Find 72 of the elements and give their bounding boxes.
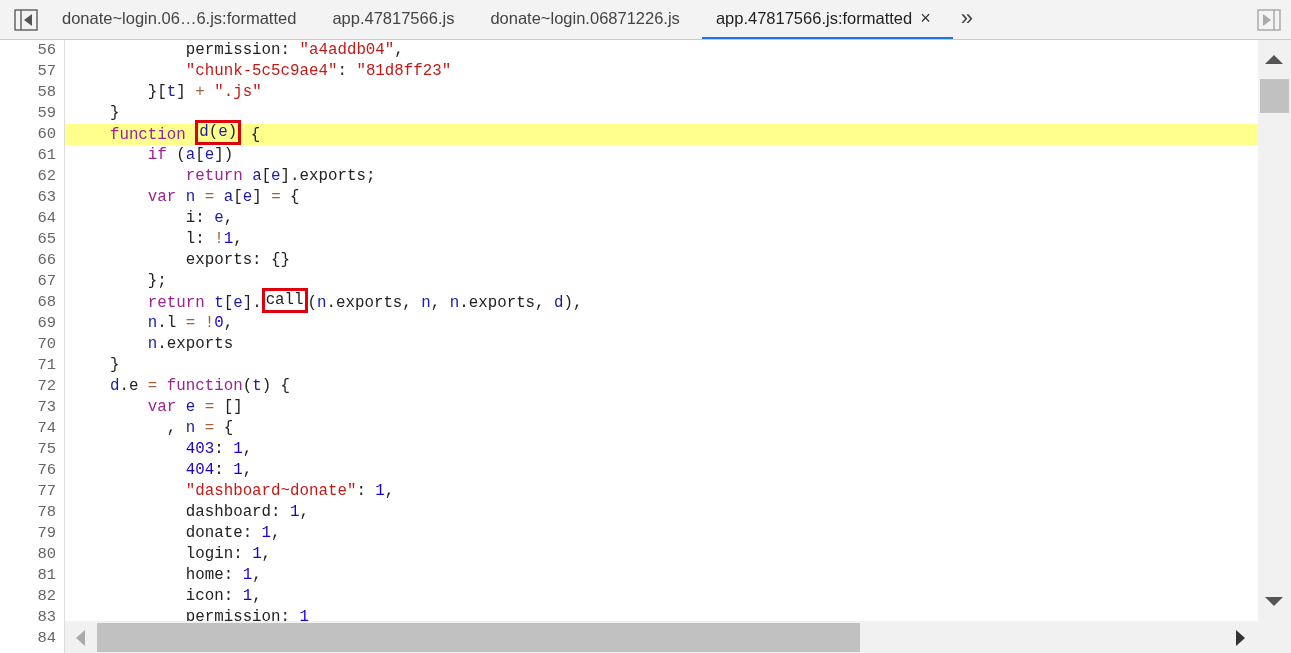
code-line: donate: 1,	[184, 523, 282, 544]
line-number: 78	[36, 502, 57, 523]
code-line: permission: 1	[184, 607, 310, 628]
horizontal-scrollbar[interactable]	[65, 621, 1291, 653]
line-number: 60	[36, 124, 57, 145]
code-line: n.exports	[146, 334, 235, 355]
line-number: 73	[36, 397, 57, 418]
close-icon[interactable]: ×	[920, 8, 931, 29]
code-line: };	[146, 271, 168, 292]
highlight-box: call	[261, 288, 308, 313]
code-line: var n = a[e] = {	[146, 187, 301, 208]
scroll-left-icon[interactable]	[75, 630, 85, 646]
line-number: 71	[36, 355, 57, 376]
code-line: permission: "a4addb04",	[184, 40, 405, 61]
code-line: 403: 1,	[184, 439, 254, 460]
line-number: 82	[36, 586, 57, 607]
code-line: n.l = !0,	[146, 313, 235, 334]
code-line: home: 1,	[184, 565, 263, 586]
code-line: }	[108, 103, 121, 124]
code-line: login: 1,	[184, 544, 273, 565]
file-tab[interactable]: donate~login.06871226.js	[476, 0, 702, 39]
line-number: 66	[36, 250, 57, 271]
line-number: 59	[36, 103, 57, 124]
line-number: 65	[36, 229, 57, 250]
line-number: 76	[36, 460, 57, 481]
line-number: 83	[36, 607, 57, 628]
code-line: "chunk-5c5c9ae4": "81d8ff23"	[184, 61, 453, 82]
line-number: 63	[36, 187, 57, 208]
line-number: 69	[36, 313, 57, 334]
code-line: 404: 1,	[184, 460, 254, 481]
line-number: 67	[36, 271, 57, 292]
code-line: , n = {	[165, 418, 235, 439]
highlight-box: d(e)	[195, 120, 242, 145]
line-number: 72	[36, 376, 57, 397]
line-number: 80	[36, 544, 57, 565]
line-number: 64	[36, 208, 57, 229]
code-line: "dashboard~donate": 1,	[184, 481, 396, 502]
code-line: }	[108, 355, 121, 376]
vertical-scrollbar[interactable]	[1258, 40, 1291, 621]
line-number: 79	[36, 523, 57, 544]
line-number: 58	[36, 82, 57, 103]
file-tab[interactable]: app.47817566.js:formatted ×	[701, 0, 953, 39]
line-number: 70	[36, 334, 57, 355]
code-line: l: !1,	[184, 229, 244, 250]
line-number: 74	[36, 418, 57, 439]
line-number: 77	[36, 481, 57, 502]
code-line: d.e = function(t) {	[108, 376, 292, 397]
code-line: }[t] + ".js"	[146, 82, 263, 103]
line-number: 81	[36, 565, 57, 586]
file-tab[interactable]: donate~login.06…6.js:formatted	[48, 0, 319, 39]
line-number: 61	[36, 145, 57, 166]
code-line: exports: {}	[184, 250, 292, 271]
scroll-down-icon[interactable]	[1265, 597, 1283, 607]
line-number: 68	[36, 292, 57, 313]
file-tab[interactable]: app.47817566.js	[318, 0, 477, 39]
scrollbar-thumb[interactable]	[97, 623, 860, 652]
code-line: if (a[e])	[146, 145, 235, 166]
line-number: 62	[36, 166, 57, 187]
more-tabs-button[interactable]: »	[952, 0, 981, 39]
line-number: 56	[36, 40, 57, 61]
line-number: 75	[36, 439, 57, 460]
toggle-sidebar-icon[interactable]	[1257, 8, 1281, 31]
scroll-up-icon[interactable]	[1265, 54, 1283, 64]
scrollbar-thumb[interactable]	[1260, 79, 1289, 113]
code-line: return a[e].exports;	[184, 166, 377, 187]
line-number: 84	[36, 628, 57, 649]
code-line: icon: 1,	[184, 586, 263, 607]
code-line: var e = []	[146, 397, 244, 418]
code-line: dashboard: 1,	[184, 502, 310, 523]
scroll-right-icon[interactable]	[1236, 630, 1246, 646]
line-number: 57	[36, 61, 57, 82]
code-line: i: e,	[184, 208, 235, 229]
